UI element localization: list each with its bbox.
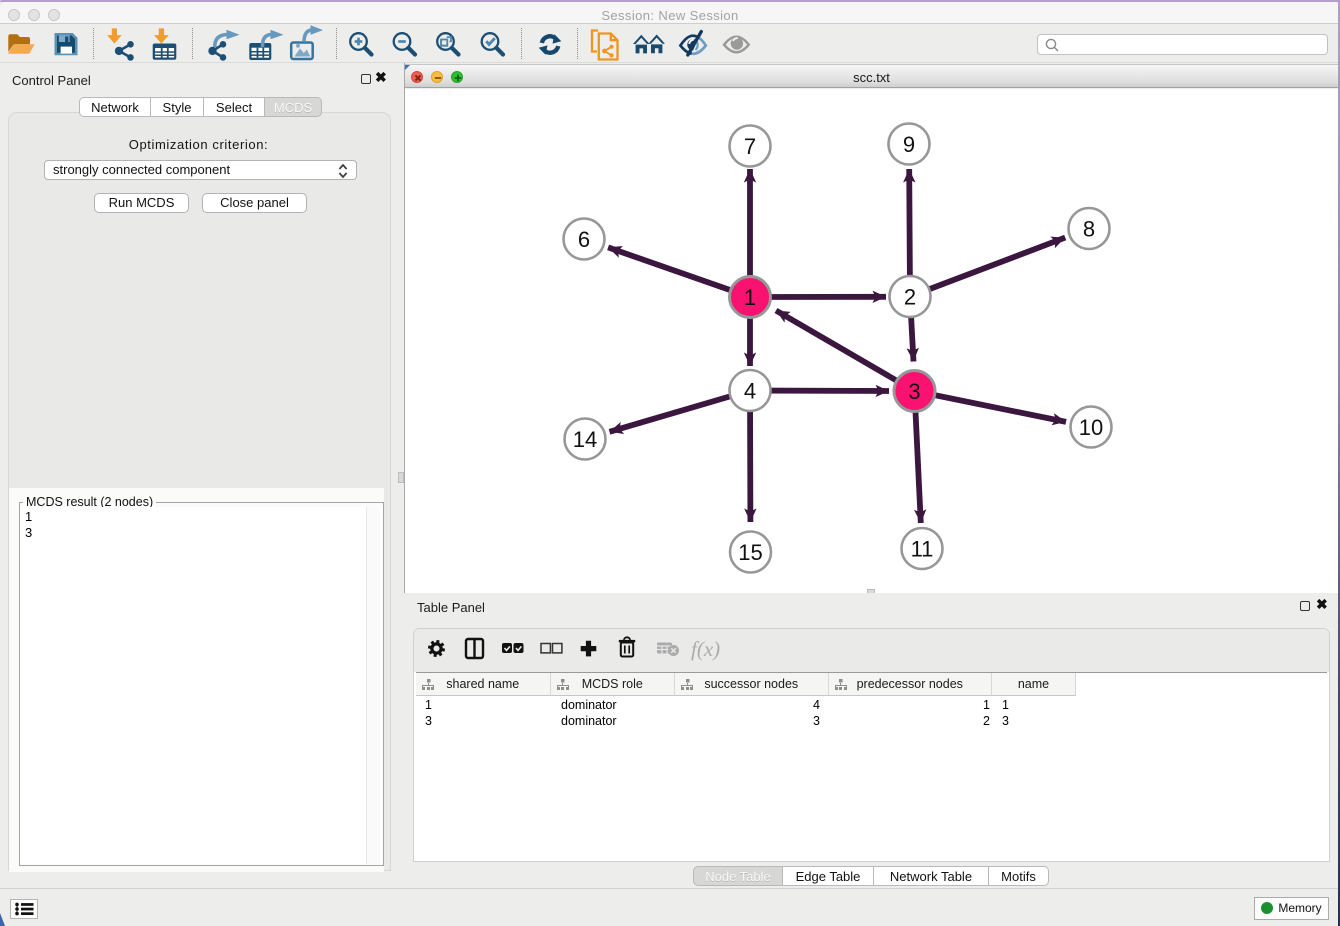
svg-text:15: 15 xyxy=(738,540,762,565)
svg-text:9: 9 xyxy=(903,132,915,157)
svg-text:10: 10 xyxy=(1079,415,1103,440)
svg-text:7: 7 xyxy=(744,134,756,159)
svg-text:1: 1 xyxy=(744,285,756,310)
svg-text:14: 14 xyxy=(573,427,597,452)
svg-text:3: 3 xyxy=(908,379,920,404)
svg-text:2: 2 xyxy=(904,285,916,310)
svg-text:4: 4 xyxy=(744,379,756,404)
svg-text:6: 6 xyxy=(578,227,590,252)
svg-text:11: 11 xyxy=(911,537,934,562)
svg-text:8: 8 xyxy=(1083,217,1095,242)
svg-text:f(x): f(x) xyxy=(691,637,720,661)
